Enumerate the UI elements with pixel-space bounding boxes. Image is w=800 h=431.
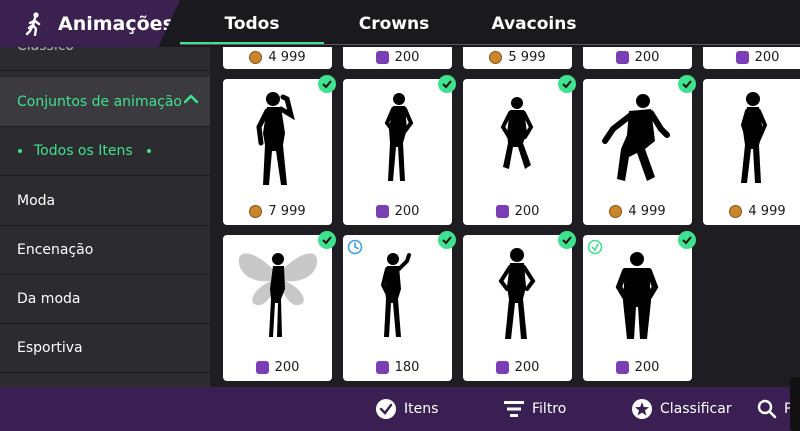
item-price: 200 (394, 50, 420, 65)
filter-icon (504, 401, 524, 417)
sidebar-item-label: Todos os Itens (34, 143, 133, 159)
pose-silhouette-icon (256, 92, 295, 185)
items-button[interactable]: Itens (375, 387, 438, 431)
item-card[interactable]: 7 999 (223, 75, 336, 225)
pose-silhouette-icon (498, 248, 536, 339)
crown-icon (375, 51, 389, 64)
item-price: 5 999 (508, 50, 546, 65)
tab-bar: Todos Crowns Avacoins (180, 0, 604, 47)
tab-todos[interactable]: Todos (180, 0, 324, 47)
item-price: 200 (394, 204, 420, 219)
bullet-icon (146, 149, 151, 153)
sidebar-group-label: Conjuntos de animação (17, 93, 182, 110)
category-sidebar[interactable]: Clássico Conjuntos de animação Todos os … (0, 47, 210, 387)
item-card[interactable]: 200 (463, 75, 576, 225)
item-price: 4 999 (268, 50, 306, 65)
bullet-icon (18, 149, 22, 153)
item-price: 180 (394, 360, 420, 375)
check-circle-icon (376, 399, 396, 419)
item-card[interactable]: 180 (343, 231, 456, 381)
owned-check-icon (318, 231, 336, 249)
screen-edge-handle (790, 377, 800, 431)
fairy-wings-silhouette-icon (238, 253, 318, 337)
owned-check-icon (558, 75, 576, 93)
item-grid: 4 999 200 5 999 200 200 7 999 200 200 4 … (210, 47, 800, 387)
item-card[interactable]: 200 (703, 47, 800, 69)
item-card[interactable]: 200 (583, 47, 692, 69)
sidebar-item-encenacao[interactable]: Encenação (0, 226, 210, 275)
filter-button[interactable]: Filtro (503, 387, 566, 431)
sidebar-item-da-moda[interactable]: Da moda (0, 275, 210, 324)
item-price: 200 (274, 360, 300, 375)
chevron-up-icon (184, 94, 198, 104)
page-title: Animações (58, 12, 174, 35)
avacoin-icon (609, 205, 623, 218)
walking-figure-icon (25, 11, 41, 36)
crown-icon (615, 361, 629, 374)
item-card[interactable]: 200 (343, 47, 452, 69)
item-price: 200 (514, 204, 540, 219)
sidebar-group-conjuntos[interactable]: Conjuntos de animação (0, 77, 210, 127)
item-price: 4 999 (748, 204, 786, 219)
pose-silhouette-icon (500, 97, 534, 169)
tab-avacoins[interactable]: Avacoins (464, 0, 604, 47)
crown-icon (375, 205, 389, 218)
owned-check-icon (438, 231, 456, 249)
owned-check-icon (678, 231, 696, 249)
owned-check-icon (318, 75, 336, 93)
item-price: 200 (514, 360, 540, 375)
pose-silhouette-icon (740, 92, 768, 183)
pose-silhouette-icon (380, 253, 411, 337)
owned-check-icon (438, 75, 456, 93)
sort-button-label: Classificar (660, 401, 732, 417)
sort-star-icon (632, 399, 652, 419)
top-bar: Animações Todos Crowns Avacoins (0, 0, 800, 47)
item-price: 7 999 (268, 204, 306, 219)
item-card[interactable]: 200 (583, 231, 696, 381)
crown-icon (495, 205, 509, 218)
item-card[interactable]: 200 (343, 75, 456, 225)
sidebar-item-esportiva[interactable]: Esportiva (0, 324, 210, 373)
owned-check-icon (558, 231, 576, 249)
item-card[interactable]: 5 999 (463, 47, 572, 69)
crown-icon (375, 361, 389, 374)
item-card[interactable]: 200 (223, 231, 336, 381)
crown-icon (495, 361, 509, 374)
item-card[interactable]: 4 999 (703, 79, 800, 225)
item-card[interactable]: 200 (463, 231, 576, 381)
pose-silhouette-icon (615, 252, 659, 339)
header-divider (180, 44, 800, 45)
crown-icon (615, 51, 629, 64)
avacoin-icon (249, 205, 263, 218)
item-card[interactable]: 4 999 (583, 75, 696, 225)
sidebar-item-classico[interactable]: Clássico (0, 47, 210, 71)
items-button-label: Itens (404, 401, 439, 417)
bottom-action-bar: Itens Filtro Classificar Pe (0, 387, 800, 431)
crown-icon (735, 51, 749, 64)
sidebar-item-todos-os-itens[interactable]: Todos os Itens (0, 127, 210, 176)
avacoin-icon (729, 205, 743, 218)
sort-button[interactable]: Classificar (631, 387, 732, 431)
pose-silhouette-icon (602, 94, 670, 181)
sidebar-item-moda[interactable]: Moda (0, 177, 210, 226)
section-title-block: Animações (0, 0, 180, 47)
item-price: 200 (634, 50, 660, 65)
pose-silhouette-icon (384, 93, 414, 181)
avacoin-icon (489, 51, 503, 64)
item-price: 200 (634, 360, 660, 375)
tab-crowns[interactable]: Crowns (324, 0, 464, 47)
item-price: 4 999 (628, 204, 666, 219)
filter-button-label: Filtro (532, 401, 567, 417)
item-card[interactable]: 4 999 (223, 47, 332, 69)
search-icon (757, 399, 777, 419)
crown-icon (255, 361, 269, 374)
owned-check-icon (678, 75, 696, 93)
avacoin-icon (249, 51, 263, 64)
item-price: 200 (754, 50, 780, 65)
